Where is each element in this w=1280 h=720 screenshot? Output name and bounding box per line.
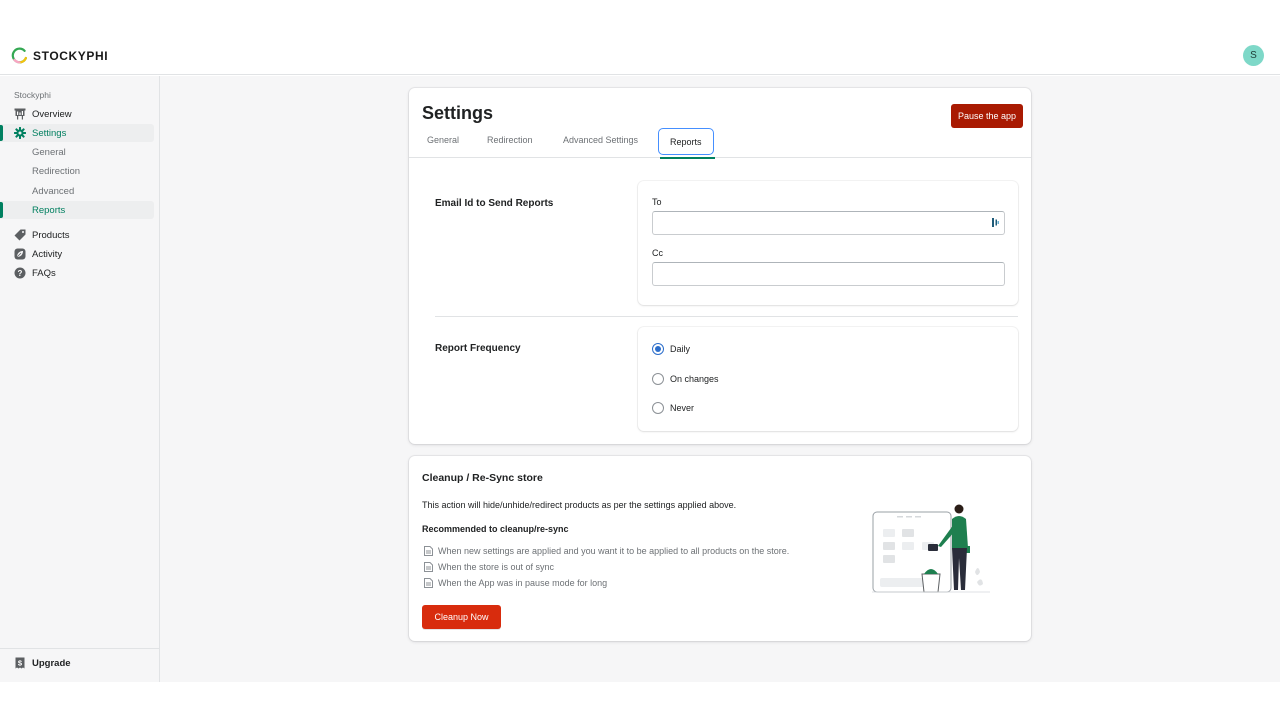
email-section-label: Email Id to Send Reports [435, 198, 554, 209]
tab-redirection[interactable]: Redirection [487, 130, 533, 150]
sidebar-footer: $ Upgrade [0, 648, 159, 682]
cc-email-input[interactable] [652, 262, 1005, 286]
gear-icon [14, 127, 26, 139]
sidebar-subitem-advanced[interactable]: Advanced [0, 182, 154, 200]
cleanup-now-button[interactable]: Cleanup Now [422, 605, 501, 629]
frequency-section-label: Report Frequency [435, 343, 521, 354]
tab-general[interactable]: General [427, 130, 459, 150]
section-divider [435, 316, 1018, 317]
tag-icon [14, 229, 26, 241]
sidebar-item-label: Overview [32, 108, 72, 120]
radio-button[interactable] [652, 402, 664, 414]
document-icon [424, 578, 433, 588]
radio-button[interactable] [652, 373, 664, 385]
radio-label: Daily [670, 344, 691, 354]
sidebar-subitem-redirection[interactable]: Redirection [0, 162, 154, 180]
sidebar-item-label: Settings [32, 127, 67, 139]
store-name: Stockyphi [14, 90, 51, 100]
radio-label: Never [670, 403, 695, 413]
cc-label: Cc [652, 248, 663, 258]
sidebar-item-products[interactable]: Products [0, 226, 154, 244]
settings-tabs: General Redirection Advanced Settings Re… [409, 126, 1031, 159]
sidebar-item-label: Reports [32, 204, 66, 216]
sidebar-item-settings[interactable]: Settings [0, 124, 154, 142]
sidebar-subitem-reports[interactable]: Reports [0, 201, 154, 219]
sidebar-item-label: Products [32, 229, 70, 241]
cleanup-illustration [872, 504, 990, 593]
sidebar-item-label: Redirection [32, 165, 81, 177]
radio-never[interactable]: Never [652, 402, 694, 414]
to-field-wrapper [638, 211, 1018, 237]
sidebar-item-label: FAQs [32, 267, 56, 279]
cleanup-subheading: Recommended to cleanup/re-sync [422, 524, 569, 534]
password-manager-icon[interactable] [991, 217, 1001, 228]
radio-daily[interactable]: Daily [652, 343, 690, 355]
reason-text: When new settings are applied and you wa… [438, 546, 790, 556]
app-body: Stockyphi Overview Settings General Redi… [0, 76, 1280, 682]
sidebar-subitem-general[interactable]: General [0, 143, 154, 161]
to-label: To [652, 197, 662, 207]
leaf-icon [14, 248, 26, 260]
sidebar-item-label: Upgrade [32, 657, 71, 669]
reason-item: When the App was in pause mode for long [424, 578, 607, 588]
top-bar: STOCKYPHI S [0, 36, 1280, 75]
cleanup-title: Cleanup / Re-Sync store [422, 472, 543, 484]
app-window: STOCKYPHI S Stockyphi Overview Settings … [0, 0, 1280, 720]
email-card: To Cc [638, 181, 1018, 305]
page-title: Settings [422, 103, 494, 123]
receipt-dollar-icon: $ [15, 657, 25, 669]
radio-label: On changes [670, 374, 719, 384]
cleanup-card: Cleanup / Re-Sync store This action will… [409, 456, 1031, 641]
radio-on-changes[interactable]: On changes [652, 373, 719, 385]
active-tab-indicator [660, 157, 715, 159]
svg-text:?: ? [18, 269, 23, 278]
stockyphi-logo-icon [11, 47, 27, 64]
pause-app-button[interactable]: Pause the app [951, 104, 1023, 128]
reason-item: When the store is out of sync [424, 562, 554, 572]
to-email-input[interactable] [652, 211, 1005, 235]
document-icon [424, 562, 433, 572]
sidebar-item-label: Activity [32, 248, 63, 260]
sidebar-item-faqs[interactable]: ? FAQs [0, 264, 154, 282]
question-icon: ? [14, 267, 26, 279]
sidebar-item-overview[interactable]: Overview [0, 105, 154, 123]
sidebar-item-upgrade[interactable]: $ Upgrade [0, 654, 154, 672]
document-icon [424, 546, 433, 556]
sidebar-item-label: Advanced [32, 185, 75, 197]
reason-text: When the store is out of sync [438, 562, 555, 572]
sidebar: Stockyphi Overview Settings General Redi… [0, 76, 160, 682]
cleanup-description: This action will hide/unhide/redirect pr… [422, 500, 737, 510]
sidebar-item-label: General [32, 146, 66, 158]
reason-item: When new settings are applied and you wa… [424, 546, 789, 556]
tab-reports[interactable]: Reports [658, 128, 714, 155]
reason-text: When the App was in pause mode for long [438, 578, 608, 588]
presentation-icon [14, 108, 26, 120]
user-avatar[interactable]: S [1243, 45, 1264, 66]
sidebar-item-activity[interactable]: Activity [0, 245, 154, 263]
settings-card: Settings Pause the app General Redirecti… [409, 88, 1031, 444]
tab-advanced-settings[interactable]: Advanced Settings [563, 130, 638, 150]
logo[interactable]: STOCKYPHI [11, 47, 108, 64]
frequency-card: Daily On changes Never [638, 327, 1018, 431]
brand-name: STOCKYPHI [33, 48, 109, 63]
radio-button-checked[interactable] [652, 343, 664, 355]
